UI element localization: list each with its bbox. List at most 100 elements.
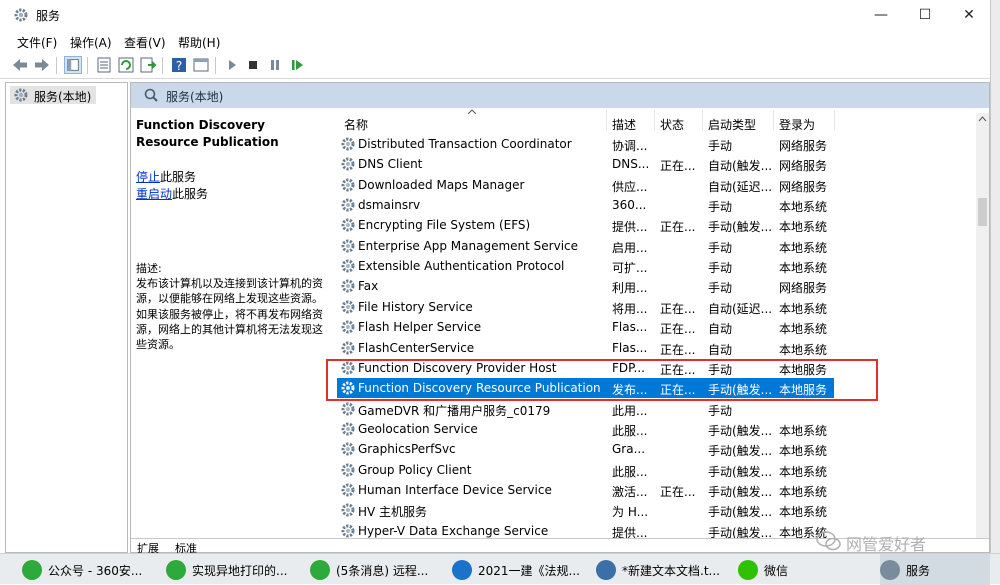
table-row[interactable]: Extensible Authentication Protocol 可扩... 手… [337,256,834,276]
cell-logon-as: 本地系统 [779,261,828,276]
services-gear-icon [14,8,28,22]
table-row[interactable]: Group Policy Client 此服... 手动(触发... 本地系统 [337,460,834,480]
table-row[interactable]: FlashCenterService Flas... 正在... 自动 本地系统 [337,338,834,358]
table-row[interactable]: Flash Helper Service Flas... 正在... 自动 本地系统 [337,317,834,337]
taskbar-item[interactable]: 公众号 - 360安... [22,554,160,585]
taskbar-item-label: 服务 [906,564,931,578]
cell-status: 正在... [660,342,696,357]
console-view-icon[interactable] [192,56,210,74]
taskbar-item[interactable]: *新建文本文档.t... [596,554,734,585]
table-row[interactable]: Distributed Transaction Coordinator 协调...… [337,134,834,154]
help-icon[interactable]: ? [170,56,188,74]
wechat-logo-icon [816,531,841,551]
service-gear-icon [341,463,355,477]
tree-node-services-local[interactable]: 服务(本地) [10,86,96,104]
export-list-icon[interactable] [139,56,157,74]
menu-help[interactable]: 帮助(H) [178,34,220,51]
cell-status: 正在... [660,301,696,316]
scrollbar-thumb[interactable] [978,198,987,226]
taskbar-item[interactable]: (5条消息) 远程... [310,554,448,585]
cell-startup-type: 自动(延迟... [708,179,773,194]
cell-name: Encrypting File System (EFS) [358,218,531,233]
cell-startup-type: 手动(触发... [708,505,773,520]
stop-suffix: 此服务 [160,170,197,184]
menu-file[interactable]: 文件(F) [17,34,57,51]
cell-startup-type: 自动 [708,342,733,357]
cell-startup-type: 手动(触发... [708,464,773,479]
cell-startup-type: 自动(触发... [708,159,773,174]
service-gear-icon [341,503,355,517]
background-window-edge [990,0,1000,553]
minimize-button[interactable]: — [858,0,904,30]
service-gear-icon [341,422,355,436]
table-row[interactable]: Hyper-V Data Exchange Service 提供... 手动(触发.… [337,521,834,538]
cell-name: DNS Client [358,157,423,172]
table-row[interactable]: DNS Client DNS... 正在... 自动(触发... 网络服务 [337,154,834,174]
taskbar-item[interactable]: 实现异地打印的... [166,554,304,585]
table-row[interactable]: GameDVR 和广播用户服务_c0179 此用... 手动 [337,399,834,419]
properties-icon[interactable] [95,56,113,74]
taskbar-item[interactable]: 微信 [738,554,876,585]
close-button[interactable]: ✕ [946,0,992,30]
service-gear-icon [341,402,355,416]
service-gear-icon [341,198,355,212]
cell-name: Distributed Transaction Coordinator [358,137,572,151]
show-tree-icon[interactable] [64,56,82,74]
maximize-button[interactable]: ☐ [902,0,948,30]
taskbar-app-icon [452,560,472,580]
cell-description: 协调... [612,139,648,153]
table-row[interactable]: GraphicsPerfSvc Gra... 手动(触发... 本地系统 [337,439,834,459]
table-row[interactable]: dsmainsrv 360... 手动 本地系统 [337,195,834,215]
cell-logon-as: 本地系统 [779,240,828,255]
highlight-annotation-box [326,359,878,401]
cell-startup-type: 手动 [708,200,733,215]
table-row[interactable]: HV 主机服务 为 H... 手动(触发... 本地系统 [337,500,834,520]
table-row[interactable]: Fax 利用... 手动 网络服务 [337,276,834,296]
table-row[interactable]: File History Service 将用... 正在... 自动(延迟... 本地… [337,297,834,317]
service-gear-icon [341,300,355,314]
cell-logon-as: 本地系统 [779,423,828,438]
back-arrow-icon[interactable] [11,56,29,74]
vertical-scrollbar[interactable] [976,113,989,538]
taskbar-item[interactable]: 2021一建《法规... [452,554,590,585]
forward-arrow-icon[interactable] [33,56,51,74]
restart-service-link[interactable]: 重启动 [136,187,172,201]
restart-service-icon[interactable] [288,56,306,74]
scroll-up-icon[interactable] [978,115,987,123]
refresh-icon[interactable] [117,56,135,74]
column-logon-as[interactable]: 登录为 [779,116,815,133]
service-gear-icon [341,483,355,497]
service-rows: Distributed Transaction Coordinator 协调...… [329,134,974,538]
service-gear-icon [341,157,355,171]
services-panel: 服务(本地) Function Discovery Resource Publi… [130,82,990,555]
tree-node-label: 服务(本地) [34,90,92,104]
pause-service-icon[interactable] [266,56,284,74]
stop-service-link[interactable]: 停止 [136,170,160,184]
column-status[interactable]: 状态 [660,116,684,133]
menu-view[interactable]: 查看(V) [124,34,166,51]
search-icon [144,88,158,102]
column-name[interactable]: 名称 [344,116,368,133]
column-description[interactable]: 描述 [612,116,636,133]
cell-description: 提供... [612,220,648,235]
table-row[interactable]: Enterprise App Management Service 启用... 手动… [337,236,834,256]
table-row[interactable]: Geolocation Service 此服... 手动(触发... 本地系统 [337,419,834,439]
title-bar[interactable]: 服务 — ☐ ✕ [0,0,990,30]
service-gear-icon [341,442,355,456]
cell-name: Hyper-V Data Exchange Service [358,523,549,538]
start-service-icon[interactable] [223,56,241,74]
table-row[interactable]: Downloaded Maps Manager 供应... 自动(延迟... 网络服务 [337,175,834,195]
stop-service-icon[interactable] [244,56,262,74]
taskbar-item[interactable]: 服务 [880,554,990,585]
cell-startup-type: 手动(触发... [708,525,773,538]
table-row[interactable]: Human Interface Device Service 激活... 正在...… [337,480,834,500]
cell-logon-as: 网络服务 [779,139,828,153]
cell-name: FlashCenterService [358,340,475,355]
cell-name: Enterprise App Management Service [358,238,579,253]
menu-bar: 文件(F) 操作(A) 查看(V) 帮助(H) [0,30,990,52]
taskbar-item-label: (5条消息) 远程... [336,564,429,578]
restart-service-line: 重启动此服务 [136,185,208,202]
column-startup-type[interactable]: 启动类型 [708,116,756,133]
menu-action[interactable]: 操作(A) [70,34,112,51]
table-row[interactable]: Encrypting File System (EFS) 提供... 正在... 手动… [337,215,834,235]
